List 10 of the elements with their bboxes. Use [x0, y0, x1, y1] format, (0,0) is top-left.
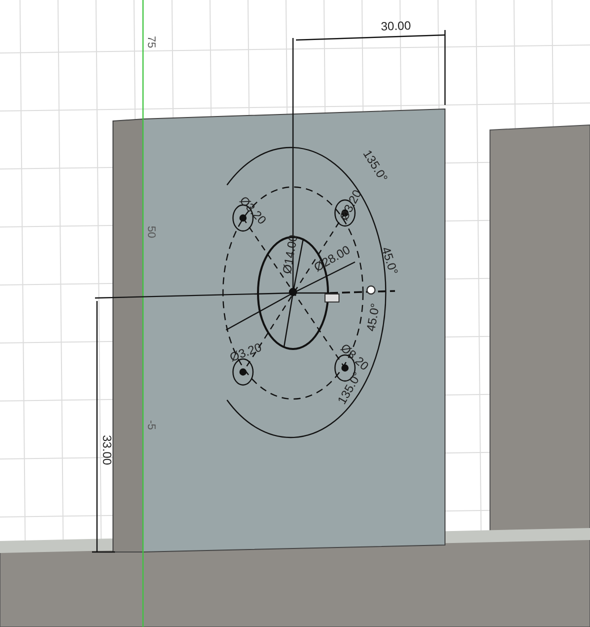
dimension-label[interactable]: 30.00: [380, 18, 412, 34]
axis-label: 75: [145, 36, 157, 48]
dimension-label[interactable]: 33.00: [100, 434, 114, 466]
axis-label: -5: [145, 420, 157, 430]
axis-label: 50: [145, 226, 157, 238]
dimension-label[interactable]: Ø14.00: [280, 234, 300, 275]
dimension-label[interactable]: 45.0°: [378, 245, 401, 276]
dimension-label[interactable]: Ø3.20: [336, 187, 364, 223]
dimension-label[interactable]: Ø3.20: [228, 340, 264, 364]
dimension-label[interactable]: 45.0°: [364, 302, 382, 332]
